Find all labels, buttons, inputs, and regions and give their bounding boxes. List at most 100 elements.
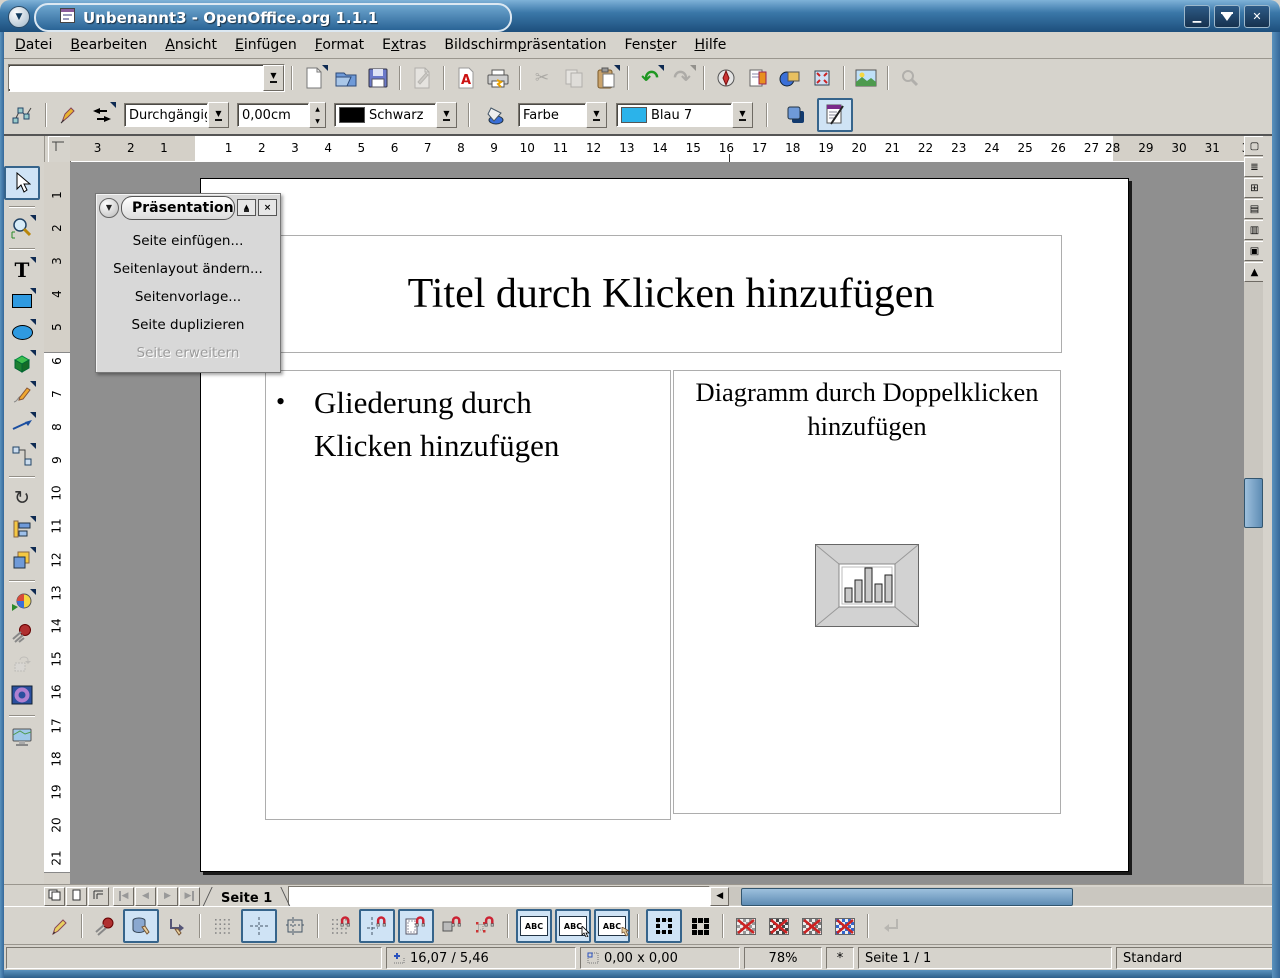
maximize-button[interactable]: [1214, 5, 1240, 28]
start-presentation-button[interactable]: ▣: [1244, 241, 1265, 261]
page-mode-button[interactable]: [44, 887, 65, 906]
menu-fenster[interactable]: Fenster: [616, 35, 686, 55]
open-folder-button[interactable]: [331, 64, 361, 92]
slide-view-button[interactable]: ⊞: [1244, 178, 1265, 198]
scroll-left-button[interactable]: ◀: [710, 887, 729, 906]
fill-style-dropdown-button[interactable]: ▼: [586, 102, 607, 128]
panel-item[interactable]: Seitenvorlage...: [96, 283, 280, 311]
scroll-up-button[interactable]: ▲: [1244, 262, 1265, 282]
snap-to-snap-lines-button[interactable]: [359, 909, 395, 943]
save-button[interactable]: [363, 64, 393, 92]
last-page-button[interactable]: ▶: [179, 887, 200, 906]
arrange-tool-button[interactable]: [7, 546, 37, 574]
paste-button[interactable]: [591, 64, 621, 92]
new-document-button[interactable]: [299, 64, 329, 92]
animation-effects-button[interactable]: [90, 912, 120, 940]
stylist-button[interactable]: [743, 64, 773, 92]
panel-rollup-button[interactable]: ▲: [237, 199, 256, 216]
layer-mode-button[interactable]: [88, 887, 109, 906]
menu-extras[interactable]: Extras: [373, 35, 435, 55]
rotate-tool-button[interactable]: ↻: [7, 484, 37, 512]
snap-to-object-border-button[interactable]: [437, 912, 467, 940]
minimize-button[interactable]: ▁: [1184, 5, 1210, 28]
drawing-view-button[interactable]: ▢: [1244, 136, 1265, 156]
line-contour-button[interactable]: [830, 912, 860, 940]
redo-button[interactable]: ↷: [667, 64, 697, 92]
show-grid-button[interactable]: [208, 912, 238, 940]
panel-item[interactable]: Seite duplizieren: [96, 311, 280, 339]
status-size-field[interactable]: 0,00 x 0,00: [580, 947, 740, 969]
exit-group-button[interactable]: [876, 912, 906, 940]
panel-title-bar[interactable]: ▼ Präsentation ▲ ×: [96, 194, 280, 221]
panel-item[interactable]: Seitenlayout ändern...: [96, 255, 280, 283]
insert-graphic-button[interactable]: [851, 64, 881, 92]
slide-page[interactable]: Titel durch Klicken hinzufügen •Gliederu…: [200, 178, 1129, 872]
picture-placeholder-button[interactable]: [731, 912, 761, 940]
panel-close-button[interactable]: ×: [258, 199, 277, 216]
quick-edit-pen-button[interactable]: [44, 912, 74, 940]
next-page-button[interactable]: ▶: [157, 887, 178, 906]
rectangle-tool-button[interactable]: [7, 287, 37, 315]
object-3d-tool-button[interactable]: [7, 349, 37, 377]
menu-datei[interactable]: Datei: [6, 35, 61, 55]
line-width-spin-buttons[interactable]: ▲▼: [309, 102, 326, 128]
modify-layout-button[interactable]: [817, 98, 853, 132]
panel-menu-button[interactable]: ▼: [99, 198, 119, 218]
shadow-button[interactable]: [781, 101, 811, 129]
double-click-text-button[interactable]: ABC: [594, 909, 630, 943]
chart-placeholder[interactable]: Diagramm durch Doppelklicken hinzufügen: [673, 370, 1061, 814]
chart-placeholder-icon[interactable]: [815, 544, 919, 635]
url-input[interactable]: [9, 67, 263, 89]
outline-placeholder[interactable]: •Gliederung durch Klicken hinzufügen: [265, 370, 671, 820]
ruler-corner-button[interactable]: [48, 136, 71, 163]
alignment-tool-button[interactable]: [7, 515, 37, 543]
handout-view-button[interactable]: ▥: [1244, 220, 1265, 240]
page-tab-seite-1[interactable]: Seite 1: [207, 886, 286, 907]
menu-bildschirmpräsentation[interactable]: Bildschirmpräsentation: [435, 35, 615, 55]
line-arrow-tool-button[interactable]: [7, 411, 37, 439]
snap-to-object-points-button[interactable]: [470, 912, 500, 940]
horizontal-scroll-track[interactable]: [729, 888, 1280, 905]
connector-tool-button[interactable]: [7, 442, 37, 470]
text-tool-button[interactable]: T: [7, 256, 37, 284]
helplines-front-button[interactable]: [280, 912, 310, 940]
presentation-tool-button[interactable]: [7, 723, 37, 751]
menu-ansicht[interactable]: Ansicht: [156, 35, 226, 55]
edit-file-button[interactable]: [407, 64, 437, 92]
url-dropdown-button[interactable]: ▼: [263, 65, 284, 91]
status-zoom-field[interactable]: 78%: [744, 947, 822, 969]
print-button[interactable]: [483, 64, 513, 92]
outline-view-button[interactable]: ≣: [1244, 157, 1265, 177]
controller-3d-tool-button[interactable]: [7, 681, 37, 709]
interaction-tool-button[interactable]: [7, 650, 37, 678]
arrow-ends-button[interactable]: [87, 101, 117, 129]
copy-button[interactable]: [559, 64, 589, 92]
pen-button[interactable]: [54, 101, 84, 129]
ellipse-tool-button[interactable]: [7, 318, 37, 346]
first-page-button[interactable]: ◀: [113, 887, 134, 906]
line-style-dropdown-button[interactable]: ▼: [208, 102, 229, 128]
panel-item[interactable]: Seite einfügen...: [96, 227, 280, 255]
line-color-dropdown-button[interactable]: ▼: [436, 102, 457, 128]
edit-points-button[interactable]: [8, 101, 38, 129]
snap-to-page-margins-button[interactable]: [398, 909, 434, 943]
menu-format[interactable]: Format: [306, 35, 373, 55]
cut-button[interactable]: ✂: [527, 64, 557, 92]
status-style-field[interactable]: Standard: [1116, 947, 1280, 969]
select-button[interactable]: [4, 166, 40, 200]
allow-interaction-button[interactable]: [123, 909, 159, 943]
large-handles-button[interactable]: [685, 912, 715, 940]
fill-color-dropdown-button[interactable]: ▼: [732, 102, 753, 128]
navigator-button[interactable]: [711, 64, 741, 92]
vertical-ruler[interactable]: 123456789101112131415161718192021: [44, 162, 71, 884]
curve-tool-button[interactable]: [7, 380, 37, 408]
gallery-button[interactable]: [775, 64, 805, 92]
horizontal-scrollbar[interactable]: ◀ ▶ ◀▶: [710, 887, 1280, 905]
menu-bearbeiten[interactable]: Bearbeiten: [61, 35, 156, 55]
select-text-area-button[interactable]: ABC: [555, 909, 591, 943]
zoom-page-button[interactable]: [807, 64, 837, 92]
horizontal-scroll-thumb[interactable]: [741, 888, 1073, 906]
title-placeholder[interactable]: Titel durch Klicken hinzufügen: [280, 235, 1062, 353]
vertical-scroll-thumb[interactable]: [1244, 478, 1263, 528]
menu-hilfe[interactable]: Hilfe: [685, 35, 735, 55]
